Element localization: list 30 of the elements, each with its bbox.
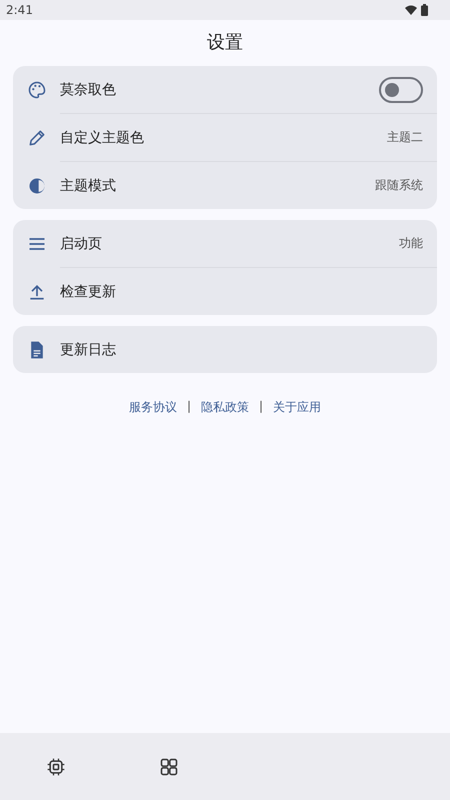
contrast-icon [27,176,47,196]
settings-row[interactable]: 莫奈取色 [13,66,437,113]
chip-icon[interactable] [46,756,66,776]
status-time: 2:41 [6,3,33,17]
settings-row[interactable]: 主题模式 跟随系统 [13,162,437,209]
battery-icon [421,4,428,16]
row-label: 启动页 [60,234,103,252]
row-value: 功能 [399,235,423,252]
row-label: 莫奈取色 [60,80,117,98]
row-label: 主题模式 [60,176,117,194]
grid-icon[interactable] [158,756,179,776]
settings-row[interactable]: 检查更新 [13,268,437,315]
row-value: 主题二 [387,129,423,146]
settings-row[interactable]: 启动页 功能 [13,220,437,267]
footer-link[interactable]: 服务协议 [128,399,177,416]
settings-row[interactable]: 自定义主题色 主题二 [13,114,437,161]
row-value: 跟随系统 [375,177,423,194]
link-separator: | [259,399,264,415]
palette-icon [27,80,47,100]
link-separator: | [186,399,191,415]
toggle-switch[interactable] [379,76,423,102]
footer-link[interactable]: 隐私政策 [201,399,249,416]
row-label: 自定义主题色 [60,128,145,146]
footer-link[interactable]: 关于应用 [273,399,322,416]
row-label: 更新日志 [60,340,117,358]
wifi-icon [405,5,417,15]
page-title: 设置 [206,31,244,55]
settings-row[interactable]: 更新日志 [13,326,437,373]
pencil-icon [27,128,47,148]
row-label: 检查更新 [60,282,117,300]
